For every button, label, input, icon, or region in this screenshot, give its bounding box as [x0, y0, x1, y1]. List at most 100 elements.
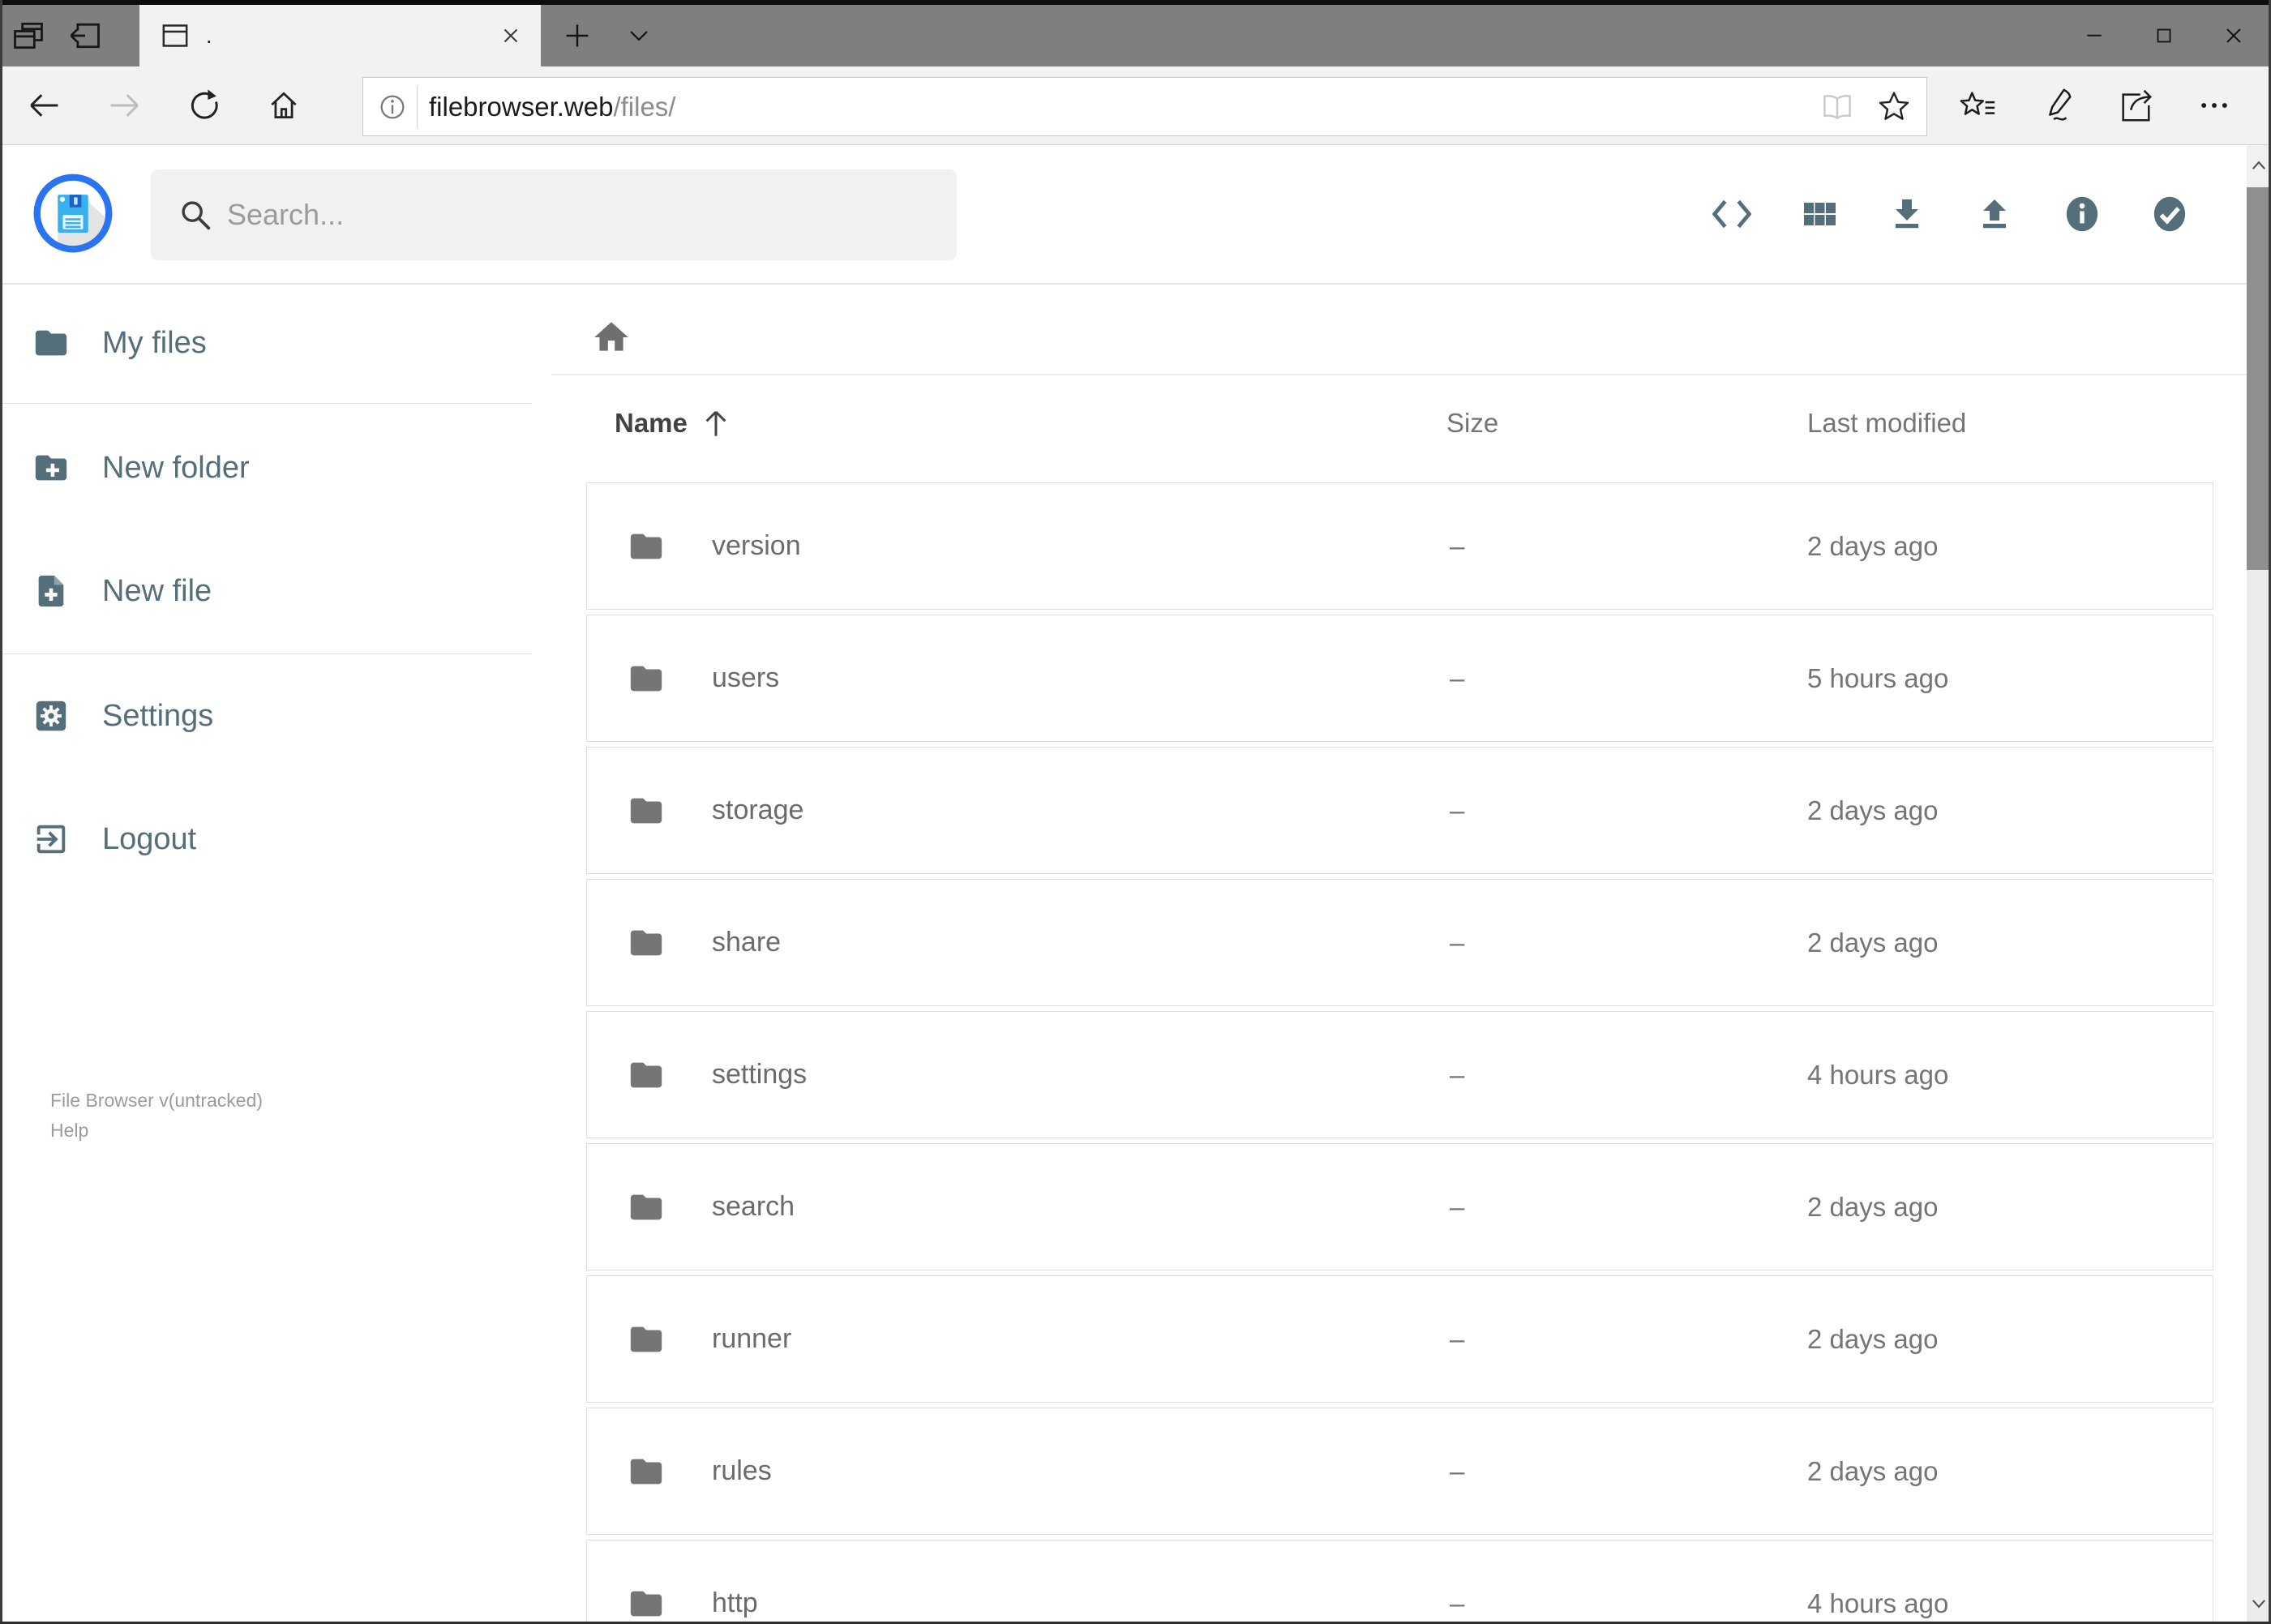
- column-label: Size: [1446, 408, 1499, 438]
- file-name: runner: [712, 1323, 792, 1354]
- tab-preview-button[interactable]: [0, 5, 57, 66]
- help-link[interactable]: Help: [50, 1116, 263, 1146]
- browser-window: . filebrowser.web/files/ Search... My fi…: [0, 0, 2271, 1624]
- file-modified: 2 days ago: [1807, 1191, 1939, 1222]
- file-size: –: [1450, 662, 1465, 693]
- file-row[interactable]: share – 2 days ago: [586, 879, 2213, 1006]
- close-window-button[interactable]: [2199, 7, 2269, 64]
- folder-icon: [630, 1062, 662, 1087]
- file-row[interactable]: storage – 2 days ago: [586, 747, 2213, 874]
- close-icon: [2226, 28, 2241, 43]
- new-folder-icon: [35, 455, 67, 481]
- new-tab-icon: [566, 24, 589, 47]
- switch-view-button[interactable]: [1787, 169, 1852, 259]
- folder-icon: [630, 1459, 662, 1484]
- new-tab-button[interactable]: [549, 5, 606, 66]
- minimize-icon: [2087, 34, 2102, 36]
- raw-download-button[interactable]: [1699, 169, 1764, 259]
- tab-list-button[interactable]: [611, 5, 667, 66]
- file-name: search: [712, 1191, 795, 1222]
- file-row[interactable]: runner – 2 days ago: [586, 1275, 2213, 1403]
- sidebar-item-new-file[interactable]: New file: [32, 552, 486, 630]
- back-icon: [30, 94, 58, 117]
- sidebar-item-label: New folder: [102, 450, 250, 485]
- chevron-down-icon: [2252, 1600, 2265, 1609]
- sidebar-item-label: Settings: [102, 698, 214, 733]
- url-text: filebrowser.web/files/: [429, 92, 675, 122]
- maximize-button[interactable]: [2129, 7, 2199, 64]
- more-icon: [2201, 103, 2227, 108]
- breadcrumb-home-button[interactable]: [591, 317, 632, 358]
- folder-icon: [630, 1194, 662, 1219]
- file-name: rules: [712, 1455, 772, 1486]
- column-header-name[interactable]: Name: [615, 396, 733, 450]
- app-version-text: File Browser v(untracked): [50, 1090, 264, 1111]
- file-row[interactable]: settings – 4 hours ago: [586, 1011, 2213, 1138]
- file-name: http: [712, 1588, 758, 1618]
- folder-icon: [630, 1591, 662, 1616]
- sidebar-item-settings[interactable]: Settings: [32, 677, 486, 755]
- scroll-up-button[interactable]: [2247, 145, 2271, 187]
- folder-icon: [630, 798, 662, 823]
- minimize-button[interactable]: [2059, 7, 2129, 64]
- share-button[interactable]: [2103, 73, 2168, 138]
- scrollbar-thumb[interactable]: [2247, 187, 2271, 570]
- info-icon: [2066, 196, 2098, 232]
- address-bar[interactable]: filebrowser.web/files/: [362, 77, 1927, 136]
- favorite-star-icon[interactable]: [1876, 89, 1912, 125]
- search-icon: [177, 196, 214, 234]
- settings-more-button[interactable]: [2182, 73, 2247, 138]
- settings-icon: [36, 701, 66, 731]
- file-size: –: [1450, 1588, 1465, 1618]
- file-size: –: [1450, 1455, 1465, 1486]
- sidebar-item-logout[interactable]: Logout: [32, 800, 486, 878]
- reading-view-icon: [1819, 89, 1855, 125]
- file-size: –: [1450, 927, 1465, 958]
- sidebar-item-new-folder[interactable]: New folder: [32, 429, 486, 507]
- file-row[interactable]: search – 2 days ago: [586, 1143, 2213, 1270]
- file-row[interactable]: http – 4 hours ago: [586, 1540, 2213, 1624]
- scroll-down-button[interactable]: [2247, 1582, 2271, 1624]
- select-multiple-button[interactable]: [2137, 169, 2202, 259]
- file-size: –: [1450, 795, 1465, 825]
- refresh-button[interactable]: [172, 73, 237, 138]
- home-button[interactable]: [251, 73, 316, 138]
- file-name: settings: [712, 1059, 808, 1090]
- page-scrollbar[interactable]: [2247, 145, 2271, 1624]
- sidebar-item-label: My files: [102, 325, 207, 360]
- file-row[interactable]: version – 2 days ago: [586, 482, 2213, 610]
- sort-ascending-icon: [705, 410, 726, 436]
- sidebar: My files New folder New file Settings Lo…: [0, 285, 532, 1624]
- tab-title: .: [206, 23, 212, 48]
- browser-navbar: filebrowser.web/files/: [0, 66, 2271, 145]
- close-tab-button[interactable]: [499, 24, 523, 48]
- column-label: Last modified: [1807, 408, 1967, 438]
- column-header-size[interactable]: Size: [1446, 396, 1498, 450]
- favorites-hub-button[interactable]: [1946, 73, 2011, 138]
- app-logo[interactable]: [32, 173, 114, 254]
- back-button[interactable]: [11, 73, 76, 138]
- forward-button[interactable]: [92, 73, 157, 138]
- file-name: users: [712, 662, 780, 693]
- breadcrumb: [591, 317, 632, 358]
- file-rows: version – 2 days ago users – 5 hours ago…: [586, 482, 2213, 1624]
- column-header-modified[interactable]: Last modified: [1807, 396, 1966, 450]
- info-button[interactable]: [2050, 169, 2115, 259]
- file-row[interactable]: users – 5 hours ago: [586, 615, 2213, 742]
- refresh-icon: [191, 89, 218, 119]
- set-tabs-aside-button[interactable]: [57, 5, 114, 66]
- file-name: storage: [712, 795, 804, 825]
- browser-tab[interactable]: .: [139, 5, 541, 66]
- url-host: filebrowser.web: [429, 91, 614, 122]
- breadcrumb-divider: [551, 374, 2247, 375]
- file-row[interactable]: rules – 2 days ago: [586, 1408, 2213, 1535]
- chevron-down-icon: [630, 31, 648, 41]
- file-modified: 2 days ago: [1807, 927, 1939, 958]
- download-button[interactable]: [1875, 169, 1939, 259]
- ink-workspace-button[interactable]: [2025, 73, 2089, 138]
- upload-button[interactable]: [1962, 169, 2027, 259]
- page-favicon-icon: [159, 19, 191, 52]
- sidebar-item-my-files[interactable]: My files: [32, 304, 486, 382]
- search-input[interactable]: Search...: [151, 169, 957, 260]
- site-info-icon[interactable]: [376, 91, 409, 123]
